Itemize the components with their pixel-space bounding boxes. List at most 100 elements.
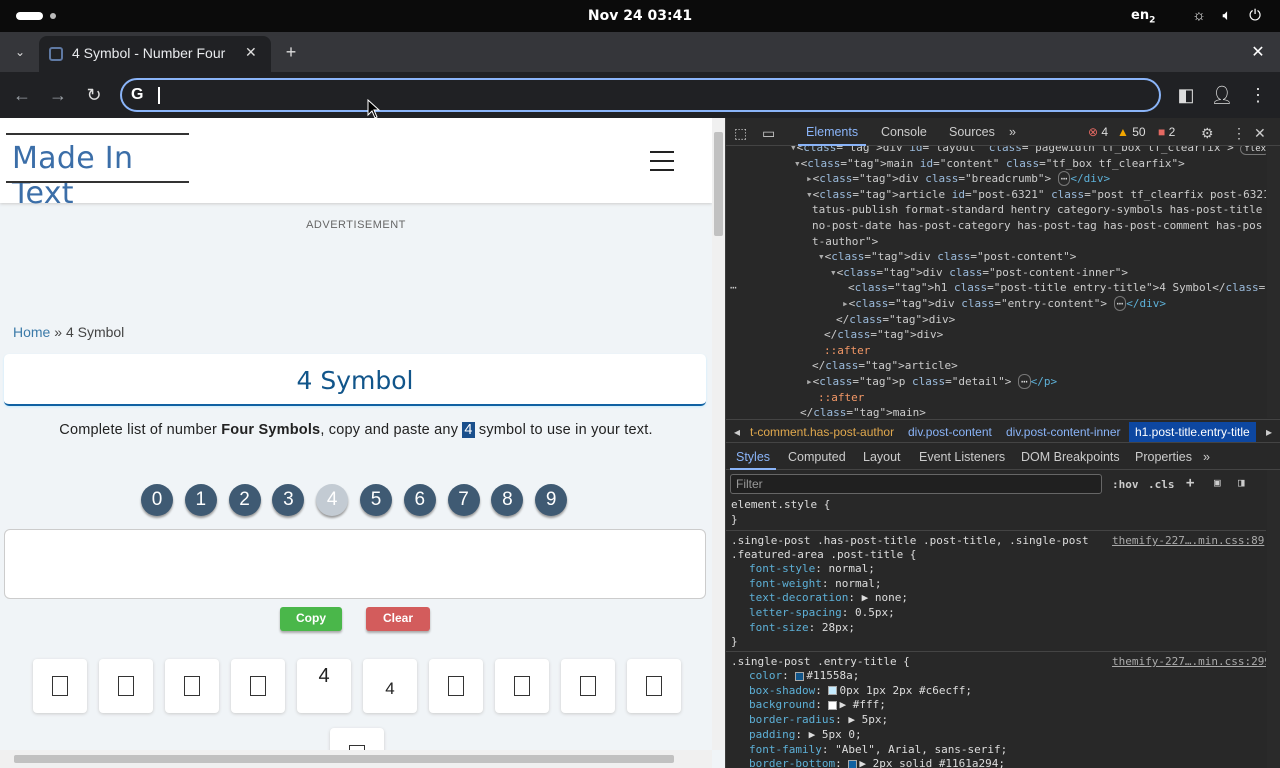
window-close-icon[interactable]: ✕ <box>1248 42 1268 62</box>
reload-icon[interactable]: ↻ <box>82 83 106 107</box>
subtab-dom-breakpoints[interactable]: DOM Breakpoints <box>1021 450 1120 464</box>
styles-filter-input[interactable]: Filter <box>730 474 1102 494</box>
warnings-badge[interactable]: ▲ 50 <box>1117 125 1146 139</box>
volume-icon[interactable]: 🔈︎ <box>1217 6 1237 26</box>
css-property[interactable]: padding: ▶ 5px 0; <box>749 728 862 742</box>
dom-tree-node[interactable]: </class="tag">main> <box>800 405 926 418</box>
crumb-0[interactable]: t-comment.has-post-author <box>750 425 894 439</box>
dom-tree-node[interactable]: </class="tag">article> <box>812 358 958 373</box>
subtab-computed[interactable]: Computed <box>788 450 846 464</box>
new-rule-plus-icon[interactable]: + <box>1186 475 1194 491</box>
more-subtabs-chevron-icon[interactable]: » <box>1203 450 1210 464</box>
errors-badge[interactable]: ⊗ 4 <box>1088 125 1108 139</box>
more-tabs-chevron-icon[interactable]: » <box>1009 125 1016 139</box>
number-button-3[interactable]: 3 <box>272 484 305 516</box>
copy-button[interactable]: Copy <box>280 607 342 631</box>
subtab-event-listeners[interactable]: Event Listeners <box>919 450 1005 464</box>
number-button-5[interactable]: 5 <box>360 484 392 516</box>
crumbs-right-arrow-icon[interactable]: ▸ <box>1266 425 1272 439</box>
tab-close-icon[interactable]: ✕ <box>245 44 257 61</box>
css-property[interactable]: font-style: normal; <box>749 562 875 576</box>
tab-search-chevron-icon[interactable]: ⌄ <box>10 42 30 62</box>
page-hscroll-thumb[interactable] <box>14 755 674 763</box>
dom-tree-node[interactable]: ▸<class="tag">div class="breadcrumb"> ⋯ <… <box>806 171 1110 187</box>
tab-elements[interactable]: Elements <box>806 125 858 139</box>
devtools-close-icon[interactable]: ✕ <box>1254 125 1266 142</box>
dom-tree-node[interactable]: </class="tag">div> <box>836 312 955 327</box>
symbol-card[interactable] <box>165 659 219 713</box>
dom-tree-node[interactable]: ▸<class="tag">div class="entry-content">… <box>842 296 1166 311</box>
dom-tree-node[interactable]: ▾<class="tag">article id="post-6321" cla… <box>806 187 1266 202</box>
number-button-2[interactable]: 2 <box>228 484 261 516</box>
dom-tree-node[interactable]: ::after <box>824 343 870 358</box>
clear-button[interactable]: Clear <box>366 607 430 631</box>
dom-tree-node[interactable]: ▾<class="tag">div id="layout" class="pag… <box>790 146 1266 155</box>
cls-toggle[interactable]: .cls <box>1148 478 1175 491</box>
symbol-card[interactable] <box>99 659 153 713</box>
back-arrow-icon[interactable]: ← <box>10 83 34 107</box>
symbol-card[interactable] <box>627 659 681 713</box>
css-property[interactable]: font-family: "Abel", Arial, sans-serif; <box>749 743 1007 757</box>
symbol-card[interactable] <box>33 659 87 713</box>
paint-bucket-icon[interactable]: ▣ <box>1214 476 1221 489</box>
browser-tab-active[interactable]: 4 Symbol - Number Four ✕ <box>39 36 271 72</box>
page-vertical-scrollbar[interactable] <box>712 118 725 750</box>
dom-tree-node[interactable]: ▾<class="tag">main id="content" class="t… <box>794 156 1185 171</box>
css-property[interactable]: font-weight: normal; <box>749 577 881 591</box>
dom-tree-node[interactable]: ▾<class="tag">div class="post-content-in… <box>830 265 1128 280</box>
number-button-0[interactable]: 0 <box>141 484 173 516</box>
dom-tree-node[interactable]: </class="tag">div> <box>824 327 943 342</box>
css-property[interactable]: background: ▶ #fff; <box>749 698 886 712</box>
site-logo[interactable]: Made In Text <box>6 133 189 211</box>
symbol-card[interactable]: 4 <box>363 659 417 713</box>
symbol-card[interactable] <box>231 659 285 713</box>
hamburger-menu-icon[interactable] <box>650 151 674 171</box>
number-button-4[interactable]: 4 <box>316 484 349 516</box>
rule1-source-link[interactable]: themify-227….min.css:89 <box>1112 534 1264 548</box>
inspect-element-icon[interactable]: ⬚ <box>734 125 747 142</box>
css-property[interactable]: border-radius: ▶ 5px; <box>749 713 888 727</box>
css-property[interactable]: color: #11558a; <box>749 669 859 683</box>
css-property[interactable]: text-decoration: ▶ none; <box>749 591 908 605</box>
page-vscroll-thumb[interactable] <box>714 132 723 236</box>
system-clock[interactable]: Nov 24 03:41 <box>0 8 1280 24</box>
symbol-text-area[interactable] <box>4 529 706 599</box>
power-icon[interactable]: ⏻ <box>1245 6 1265 26</box>
dom-tree-node[interactable]: ▾<class="tag">div class="post-content"> <box>818 249 1076 264</box>
device-toolbar-icon[interactable]: ▭ <box>762 125 775 142</box>
dom-tree-scrollbar[interactable] <box>1267 146 1280 418</box>
css-property[interactable]: box-shadow: 0px 1px 2px #c6ecff; <box>749 684 972 698</box>
address-bar[interactable]: G <box>120 78 1161 112</box>
crumbs-left-arrow-icon[interactable]: ◂ <box>734 425 740 439</box>
dom-tree-node[interactable]: <class="tag">h1 class="post-title entry-… <box>848 280 1266 295</box>
node-actions-ellipsis-icon[interactable]: ⋯ <box>730 280 737 295</box>
side-panel-icon[interactable]: ◧ <box>1174 83 1198 107</box>
symbol-card[interactable] <box>429 659 483 713</box>
tab-sources[interactable]: Sources <box>949 125 995 139</box>
rule2-source-link[interactable]: themify-227….min.css:299 <box>1112 655 1266 669</box>
forward-arrow-icon[interactable]: → <box>46 83 70 107</box>
subtab-properties[interactable]: Properties <box>1135 450 1192 464</box>
dom-tree-node[interactable]: t-author"> <box>812 234 878 249</box>
styles-scrollbar[interactable] <box>1267 470 1280 768</box>
menu-kebab-icon[interactable]: ⋮ <box>1246 83 1270 107</box>
symbol-card[interactable] <box>495 659 549 713</box>
crumb-3-selected[interactable]: h1.post-title.entry-title <box>1129 422 1256 442</box>
crumb-1[interactable]: div.post-content <box>908 425 992 439</box>
toggle-sidebar-icon[interactable]: ◨ <box>1238 476 1245 489</box>
dom-tree-node[interactable]: ::after <box>818 390 864 405</box>
number-button-8[interactable]: 8 <box>491 484 524 516</box>
settings-gear-icon[interactable]: ⚙ <box>1201 125 1214 142</box>
crumb-2[interactable]: div.post-content-inner <box>1006 425 1121 439</box>
brightness-icon[interactable]: ☼ <box>1189 6 1209 26</box>
tab-console[interactable]: Console <box>881 125 927 139</box>
css-property[interactable]: border-bottom: ▶ 2px solid #1161a294; <box>749 757 1005 768</box>
symbol-card[interactable]: 4 <box>297 659 351 713</box>
symbol-card[interactable] <box>561 659 615 713</box>
number-button-1[interactable]: 1 <box>184 484 217 516</box>
breadcrumb-home-link[interactable]: Home <box>13 324 50 340</box>
dom-tree-node[interactable]: no-post-date has-post-category has-post-… <box>812 218 1262 233</box>
dom-tree-node[interactable]: ▸<class="tag">p class="detail"> ⋯ </p> <box>806 374 1057 389</box>
keyboard-layout-indicator[interactable]: en2 <box>1131 8 1155 26</box>
new-tab-plus-icon[interactable]: + <box>280 42 302 64</box>
